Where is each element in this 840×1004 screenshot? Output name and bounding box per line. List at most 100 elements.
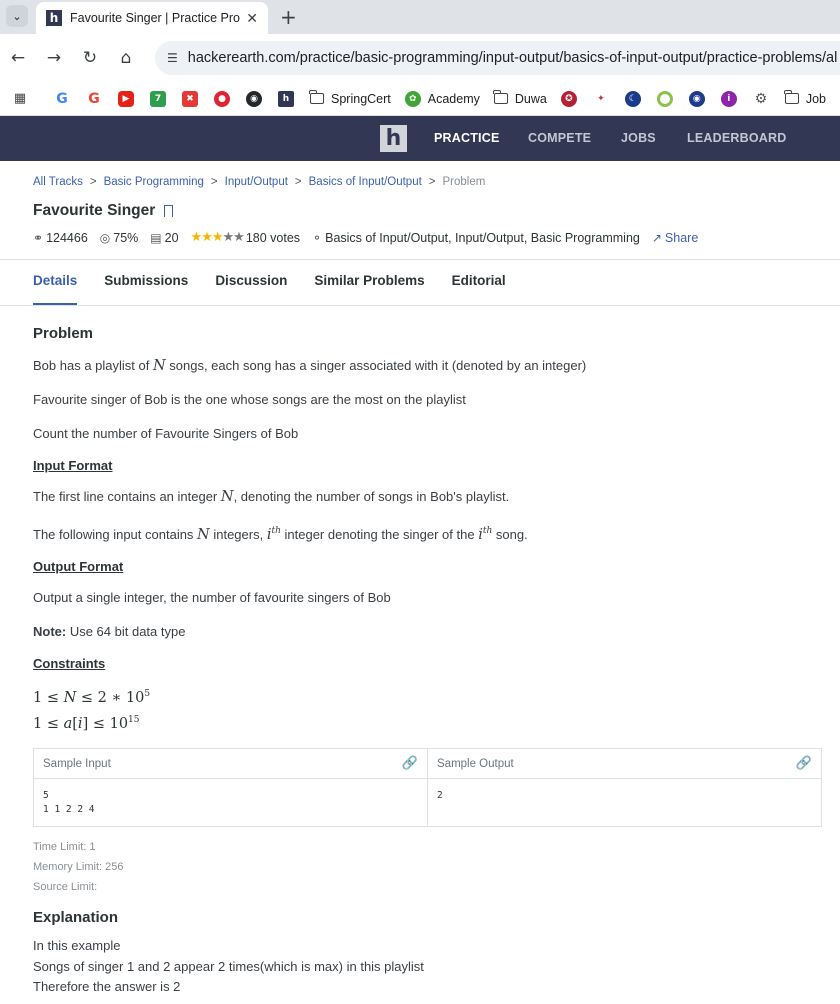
star-rating[interactable]: ★★★★★ (191, 230, 245, 245)
bookmark-emblem-icon[interactable]: ✪ (560, 90, 577, 107)
google-icon[interactable]: G (54, 90, 71, 107)
input-format-heading: Input Format (33, 458, 113, 473)
bookmark-academy[interactable]: ✿ Academy (404, 90, 480, 107)
close-icon[interactable]: ✕ (246, 10, 258, 27)
tab-submissions[interactable]: Submissions (104, 273, 188, 305)
bookmark-icon[interactable] (164, 205, 174, 218)
nav-practice[interactable]: PRACTICE (434, 131, 500, 145)
input-format-line-2: The following input contains N integers,… (33, 526, 528, 543)
share-button[interactable]: ↗ Share (652, 231, 698, 245)
problem-paragraph-2: Favourite singer of Bob is the one whose… (33, 392, 466, 407)
site-info-icon[interactable]: ☰ (167, 51, 178, 65)
bookmark-folder-springcert[interactable]: SpringCert (309, 90, 391, 106)
problem-tabs: Details Submissions Discussion Similar P… (0, 259, 840, 306)
sample-output: 2 (437, 790, 443, 802)
bookmark-red-x-icon[interactable]: ✖ (182, 90, 199, 107)
reload-icon[interactable]: ↻ (72, 48, 108, 68)
link-icon[interactable]: 🔗 (796, 756, 812, 771)
constraints-heading: Constraints (33, 655, 106, 671)
github-icon[interactable]: ◉ (246, 90, 263, 107)
link-icon[interactable]: 🔗 (402, 756, 418, 771)
bookmark-green-icon[interactable]: 7 (150, 90, 167, 107)
location-pin-icon[interactable] (656, 90, 673, 107)
bookmark-seal-icon[interactable]: ◉ (688, 90, 705, 107)
star-icon[interactable]: ★ (223, 230, 235, 245)
target-icon: ◎ (99, 230, 111, 245)
home-icon[interactable]: ⌂ (108, 48, 144, 68)
math-n: N (197, 526, 210, 543)
nav-leaderboard[interactable]: LEADERBOARD (687, 131, 786, 145)
nav-jobs[interactable]: JOBS (621, 131, 656, 145)
folder-icon (309, 90, 325, 104)
output-format-heading: Output Format (33, 558, 124, 574)
bookmark-red-circle-icon[interactable]: ● (214, 90, 231, 107)
breadcrumb-current: Problem (442, 176, 486, 188)
puzzle-icon[interactable]: ⚙ (752, 90, 769, 107)
problem-heading: Problem (33, 325, 94, 342)
explanation-heading: Explanation (33, 909, 119, 927)
youtube-icon[interactable]: ▶ (118, 90, 135, 107)
math-ith: ith (478, 526, 493, 543)
forward-icon[interactable]: → (36, 48, 72, 68)
breadcrumb-basic-programming[interactable]: Basic Programming (104, 176, 204, 188)
share-icon: ↗ (651, 230, 662, 245)
browser-tabstrip: ⌄ h Favourite Singer | Practice Prob ✕ + (0, 0, 840, 34)
source-limit: Source Limit: (33, 881, 98, 894)
success-stat: ◎ 75% (99, 230, 139, 245)
breadcrumb-all-tracks[interactable]: All Tracks (33, 176, 83, 188)
folder-icon (493, 90, 508, 104)
sample-output-header: Sample Output 🔗 (428, 749, 821, 780)
breadcrumb-separator: > (89, 176, 97, 188)
tab-discussion[interactable]: Discussion (215, 273, 287, 305)
url-text[interactable]: hackerearth.com/practice/basic-programmi… (188, 50, 838, 66)
breadcrumb: All Tracks > Basic Programming > Input/Outpu… (33, 176, 822, 188)
malaysia-flag-icon[interactable]: ☾ (624, 90, 641, 107)
bookmark-purple-icon[interactable]: i (720, 90, 737, 107)
hackerearth-bookmark-icon[interactable]: h (278, 90, 295, 107)
explanation-text: In this example Songs of singer 1 and 2 … (33, 938, 424, 995)
tab-editorial[interactable]: Editorial (452, 273, 506, 305)
academy-icon: ✿ (404, 90, 421, 107)
limits: Time Limit: 1 Memory Limit: 256 Source L… (33, 837, 822, 897)
back-icon[interactable]: ← (0, 48, 36, 68)
hackerearth-favicon: h (46, 10, 62, 26)
bookmark-logo-icon[interactable]: ✦ (592, 90, 609, 107)
time-limit: Time Limit: 1 (33, 841, 96, 854)
math-n: N (152, 358, 166, 374)
bookmarks-bar: ▦ G G ▶ 7 ✖ ● ◉ h SpringCert ✿ Academy Du… (0, 82, 840, 116)
breadcrumb-separator: > (428, 176, 436, 188)
star-icon[interactable]: ★ (191, 230, 203, 245)
star-icon[interactable]: ★ (201, 230, 213, 245)
hackerearth-logo[interactable]: h (380, 125, 407, 152)
bookmark-folder-jobs[interactable]: Job (784, 90, 826, 106)
math-n: N (220, 489, 234, 505)
bookmark-folder-duwa[interactable]: Duwa (493, 90, 547, 106)
constraint-a: 1 ≤ a[i] ≤ 1015 (33, 714, 140, 732)
apps-grid-icon[interactable]: ▦ (12, 90, 28, 107)
star-icon[interactable]: ★ (233, 230, 245, 245)
browser-tab[interactable]: h Favourite Singer | Practice Prob ✕ (36, 2, 268, 34)
breadcrumb-separator: > (210, 176, 218, 188)
tab-similar-problems[interactable]: Similar Problems (314, 273, 424, 305)
breadcrumb-basics-io[interactable]: Basics of Input/Output (309, 176, 422, 188)
document-icon: ▤ (150, 230, 162, 245)
constraint-n: 1 ≤ N ≤ 2 ∗ 105 (33, 688, 151, 706)
google-icon-2[interactable]: G (86, 90, 103, 107)
tab-details[interactable]: Details (33, 273, 78, 305)
input-format-line-1: The first line contains an integer N, de… (33, 489, 510, 505)
attempts-stat: ⚭ 124466 (33, 230, 88, 245)
constraints-math: 1 ≤ N ≤ 2 ∗ 105 1 ≤ a[i] ≤ 1015 (33, 683, 822, 735)
memory-limit: Memory Limit: 256 (33, 861, 124, 874)
breadcrumb-input-output[interactable]: Input/Output (225, 176, 288, 188)
problem-paragraph-1: Bob has a playlist of N songs, each song… (33, 358, 587, 374)
tab-search-button[interactable]: ⌄ (6, 5, 28, 27)
nav-compete[interactable]: COMPETE (528, 131, 591, 145)
tags-stat: ⚬ Basics of Input/Output, Input/Output, B… (312, 230, 640, 245)
new-tab-icon[interactable]: + (280, 5, 297, 29)
browser-toolbar: ← → ↻ ⌂ ☰ hackerearth.com/practice/basic… (0, 34, 840, 82)
tag-icon: ⚬ (312, 230, 323, 245)
problem-title-row: Favourite Singer (33, 202, 822, 220)
address-bar[interactable]: ☰ hackerearth.com/practice/basic-program… (155, 41, 840, 75)
star-icon[interactable]: ★ (212, 230, 224, 245)
sample-input-header: Sample Input 🔗 (34, 749, 427, 780)
